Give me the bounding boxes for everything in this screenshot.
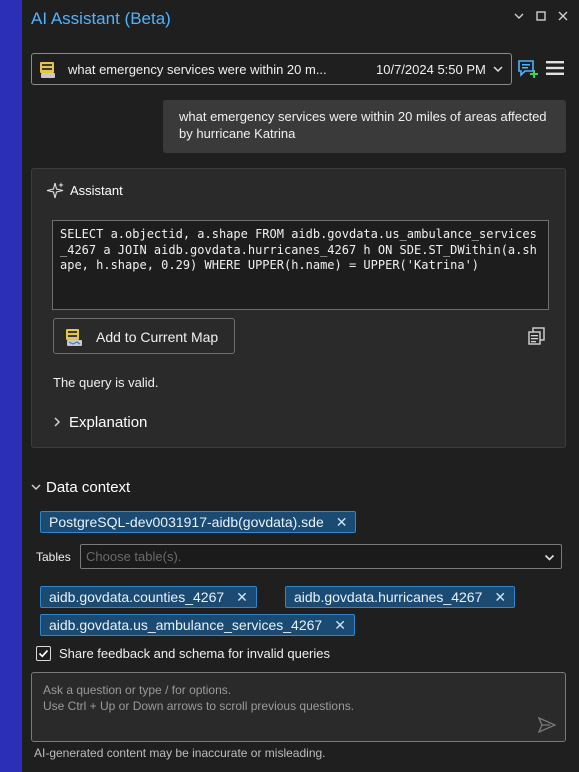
tables-placeholder: Choose table(s). — [86, 549, 182, 564]
tables-dropdown[interactable]: Choose table(s). — [80, 544, 562, 569]
chevron-right-icon — [53, 416, 61, 430]
panel-title: AI Assistant (Beta) — [31, 9, 171, 28]
sparkle-icon — [46, 181, 66, 206]
copy-icon[interactable] — [528, 327, 546, 350]
explanation-label: Explanation — [69, 414, 148, 431]
user-message: what emergency services were within 20 m… — [163, 100, 566, 153]
send-icon[interactable] — [537, 716, 557, 739]
share-feedback-checkbox[interactable] — [36, 646, 51, 661]
remove-table-icon[interactable]: ✕ — [334, 617, 346, 634]
table-chip-label: aidb.govdata.counties_4267 — [49, 589, 225, 605]
connection-label: PostgreSQL-dev0031917-aidb(govdata).sde — [49, 514, 324, 530]
conversation-title: what emergency services were within 20 m… — [68, 62, 327, 77]
add-to-map-icon — [64, 328, 84, 353]
conversation-datetime: 10/7/2024 5:50 PM — [376, 62, 486, 77]
ai-assistant-panel: AI Assistant (Beta) what emergency servi… — [22, 0, 579, 772]
share-feedback-row: Share feedback and schema for invalid qu… — [36, 646, 330, 661]
assistant-label: Assistant — [70, 183, 123, 198]
conversation-dropdown[interactable]: what emergency services were within 20 m… — [31, 53, 512, 85]
table-chip: aidb.govdata.hurricanes_4267 ✕ — [285, 586, 516, 608]
window-controls — [513, 10, 569, 24]
maximize-icon[interactable] — [535, 10, 547, 24]
remove-connection-icon[interactable]: ✕ — [336, 514, 348, 531]
add-to-current-map-button[interactable]: Add to Current Map — [53, 318, 235, 354]
table-chip: aidb.govdata.us_ambulance_services_4267 … — [40, 614, 355, 636]
sql-code-block[interactable]: SELECT a.objectid, a.shape FROM aidb.gov… — [52, 220, 549, 310]
chevron-down-icon[interactable] — [513, 10, 525, 24]
table-chip-label: aidb.govdata.hurricanes_4267 — [294, 589, 483, 605]
remove-table-icon[interactable]: ✕ — [236, 589, 248, 606]
explanation-toggle[interactable]: Explanation — [53, 414, 147, 431]
table-chip: aidb.govdata.counties_4267 ✕ — [40, 586, 257, 608]
remove-table-icon[interactable]: ✕ — [494, 589, 506, 606]
new-chat-icon[interactable] — [517, 59, 539, 84]
assistant-response-card: Assistant SELECT a.objectid, a.shape FRO… — [31, 168, 566, 448]
table-chip-label: aidb.govdata.us_ambulance_services_4267 — [49, 617, 323, 633]
hamburger-menu-icon[interactable] — [546, 60, 564, 81]
sql-database-icon — [38, 60, 58, 85]
chevron-down-icon — [31, 482, 41, 494]
share-feedback-label: Share feedback and schema for invalid qu… — [59, 646, 330, 661]
close-icon[interactable] — [557, 10, 569, 24]
query-status: The query is valid. — [53, 375, 159, 390]
question-input[interactable]: Ask a question or type / for options. Us… — [31, 672, 566, 742]
chevron-down-icon — [492, 62, 506, 76]
add-to-current-map-label: Add to Current Map — [96, 329, 219, 345]
data-context-toggle[interactable]: Data context — [31, 479, 130, 496]
question-placeholder-line1: Ask a question or type / for options. — [43, 683, 232, 697]
data-context-label: Data context — [46, 479, 131, 496]
chevron-down-icon — [544, 550, 555, 568]
question-placeholder-line2: Use Ctrl + Up or Down arrows to scroll p… — [43, 699, 355, 713]
connection-chip: PostgreSQL-dev0031917-aidb(govdata).sde … — [40, 511, 357, 533]
ai-disclaimer: AI-generated content may be inaccurate o… — [34, 746, 326, 760]
title-bar: AI Assistant (Beta) — [22, 0, 579, 40]
tables-label: Tables — [36, 550, 71, 564]
